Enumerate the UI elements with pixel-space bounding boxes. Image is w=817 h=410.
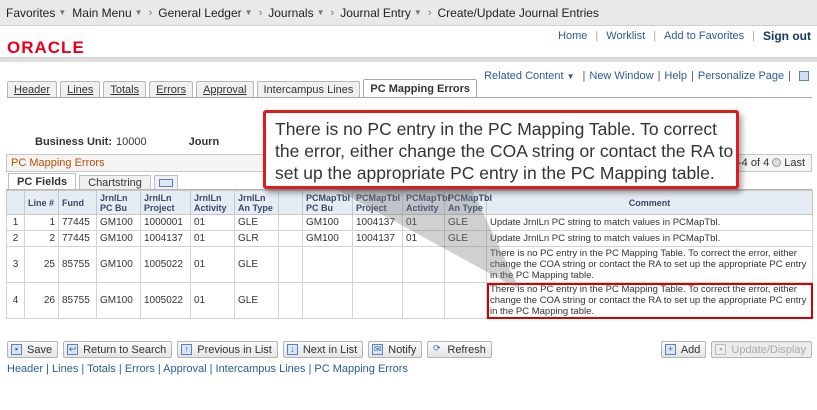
callout-pointer-shape [330,186,520,290]
callout-pointer [330,186,520,290]
callout-box: There is no PC entry in the PC Mapping T… [263,110,739,189]
